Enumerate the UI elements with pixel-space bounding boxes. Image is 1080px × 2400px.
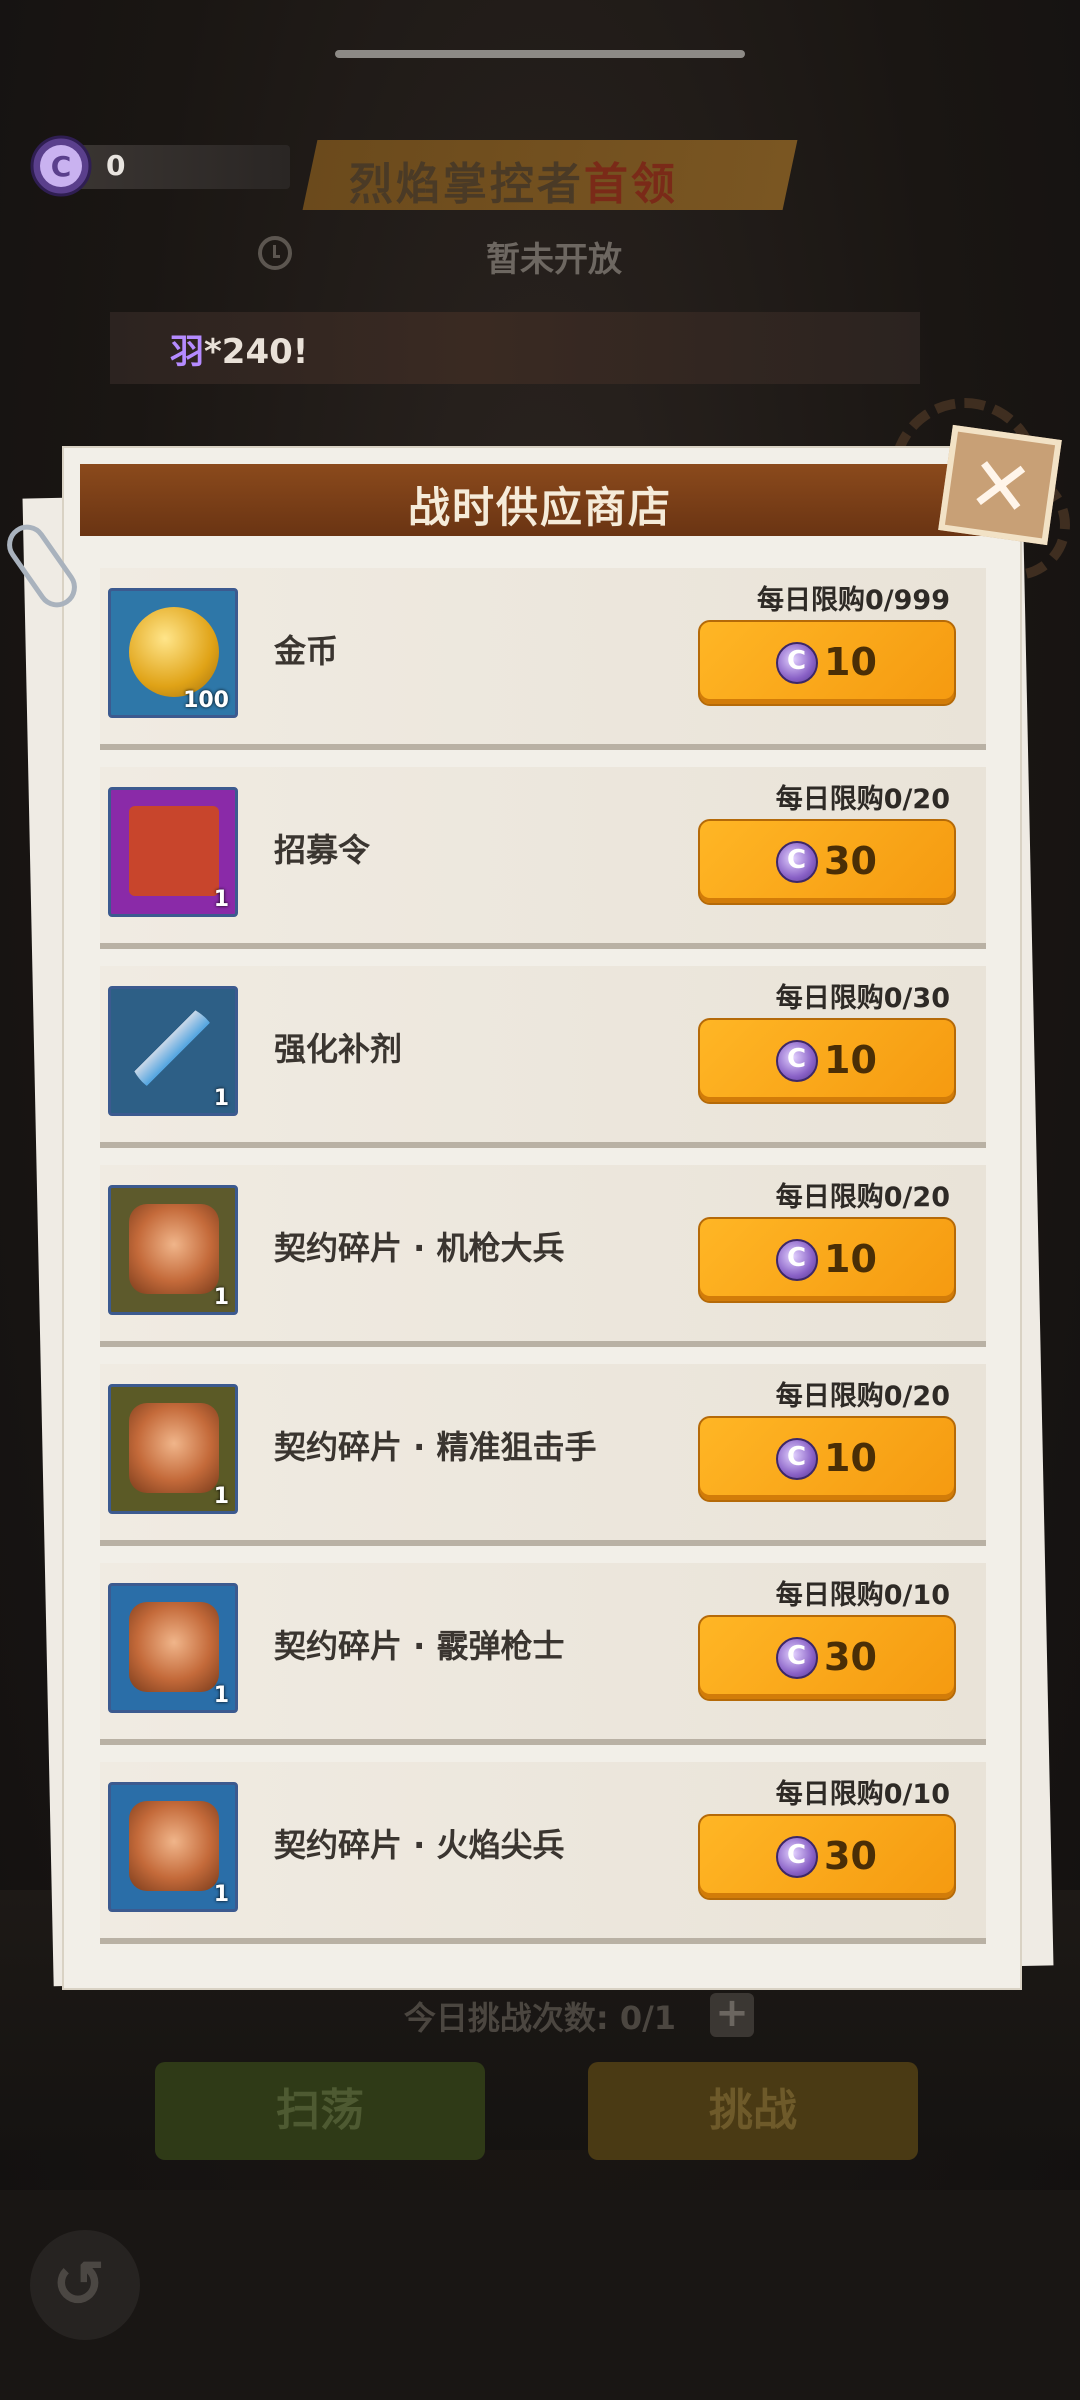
buy-button[interactable]: 30 [698, 1814, 956, 1900]
item-count: 1 [213, 1484, 229, 1509]
item-count: 1 [213, 1285, 229, 1310]
gold-coin-icon: 100 [108, 588, 238, 718]
shop-item: 1 契约碎片 · 机枪大兵 每日限购0/20 10 [100, 1165, 986, 1347]
item-price: 10 [824, 640, 877, 684]
clock-icon [258, 236, 292, 270]
ticket-coin-icon [776, 1637, 818, 1679]
ticket-coin-icon [776, 1239, 818, 1281]
item-price: 10 [824, 1237, 877, 1281]
ticket-coin-icon [776, 1040, 818, 1082]
announcement-marquee: 羽*240! [110, 312, 920, 384]
shop-item: 1 招募令 每日限购0/20 30 [100, 767, 986, 949]
challenge-button[interactable]: 挑战 [588, 2062, 918, 2160]
purchase-limit: 每日限购0/20 [775, 784, 950, 815]
event-status: 暂未开放 [486, 240, 622, 280]
shop-item: 1 契约碎片 · 精准狙击手 每日限购0/20 10 [100, 1364, 986, 1546]
item-art [129, 607, 219, 697]
item-art [129, 1403, 219, 1493]
event-title-accent: 首领 [583, 159, 678, 210]
currency-display: C 0 [30, 135, 290, 197]
purchase-limit: 每日限购0/10 [775, 1779, 950, 1810]
buy-button[interactable]: 30 [698, 819, 956, 905]
currency-amount: 0 [106, 149, 126, 182]
item-price: 30 [824, 1635, 877, 1679]
ticket-coin-icon: C [30, 135, 92, 197]
ticket-coin-icon [776, 1438, 818, 1480]
modal-header: 战时供应商店 [80, 464, 1000, 536]
item-art [129, 1801, 219, 1891]
puzzle-soldier-icon: 1 [108, 1185, 238, 1315]
item-name: 契约碎片 · 精准狙击手 [274, 1428, 597, 1466]
event-title-banner: 烈焰掌控者首领 [302, 140, 798, 210]
ticket-coin-icon [776, 642, 818, 684]
item-count: 100 [183, 688, 229, 713]
buy-button[interactable]: 10 [698, 1018, 956, 1104]
item-count: 1 [213, 1683, 229, 1708]
buy-button[interactable]: 10 [698, 620, 956, 706]
purchase-limit: 每日限购0/20 [775, 1182, 950, 1213]
item-art [129, 1005, 219, 1095]
system-nav-pill [335, 50, 745, 58]
marquee-text: *240! [204, 332, 309, 372]
item-name: 契约碎片 · 火焰尖兵 [274, 1826, 565, 1864]
buy-button[interactable]: 30 [698, 1615, 956, 1701]
item-art [129, 1204, 219, 1294]
back-icon: ↺ [52, 2248, 106, 2322]
buy-button[interactable]: 10 [698, 1416, 956, 1502]
item-art [129, 1602, 219, 1692]
purchase-limit: 每日限购0/10 [775, 1580, 950, 1611]
puzzle-sniper-icon: 1 [108, 1384, 238, 1514]
event-title: 烈焰掌控者 [348, 159, 584, 210]
item-name: 金币 [274, 632, 339, 670]
item-name: 契约碎片 · 霰弹枪士 [274, 1627, 565, 1665]
challenge-count-label: 今日挑战次数: 0/1 [403, 1999, 677, 2037]
puzzle-flamer-icon: 1 [108, 1782, 238, 1912]
purchase-limit: 每日限购0/999 [756, 585, 950, 616]
shop-item: 1 契约碎片 · 火焰尖兵 每日限购0/10 30 [100, 1762, 986, 1944]
item-price: 10 [824, 1436, 877, 1480]
close-button[interactable]: ✕ [938, 424, 1062, 546]
item-count: 1 [213, 1882, 229, 1907]
item-count: 1 [213, 1086, 229, 1111]
item-price: 30 [824, 839, 877, 883]
shop-item: 1 契约碎片 · 霰弹枪士 每日限购0/10 30 [100, 1563, 986, 1745]
close-icon: ✕ [962, 438, 1039, 536]
item-name: 契约碎片 · 机枪大兵 [274, 1229, 565, 1267]
purchase-limit: 每日限购0/20 [775, 1381, 950, 1412]
purchase-limit: 每日限购0/30 [775, 983, 950, 1014]
shop-item-list: 100 金币 每日限购0/999 10 1 招募令 每日限购0/20 30 1 … [100, 568, 986, 1961]
puzzle-shotgunner-icon: 1 [108, 1583, 238, 1713]
shop-item: 1 强化补剂 每日限购0/30 10 [100, 966, 986, 1148]
add-attempts-button[interactable]: + [710, 1993, 754, 2037]
item-name: 强化补剂 [274, 1030, 403, 1068]
shop-item: 100 金币 每日限购0/999 10 [100, 568, 986, 750]
marquee-accent: 羽 [170, 332, 204, 372]
item-art [129, 806, 219, 896]
footer-bar [0, 2190, 1080, 2400]
syringe-icon: 1 [108, 986, 238, 1116]
buy-button[interactable]: 10 [698, 1217, 956, 1303]
ticket-coin-icon [776, 841, 818, 883]
svg-text:C: C [51, 150, 72, 183]
shop-title: 战时供应商店 [407, 483, 672, 532]
item-price: 10 [824, 1038, 877, 1082]
recruit-ticket-icon: 1 [108, 787, 238, 917]
sweep-button[interactable]: 扫荡 [155, 2062, 485, 2160]
back-button[interactable]: ↺ [30, 2230, 140, 2340]
item-count: 1 [213, 887, 229, 912]
item-price: 30 [824, 1834, 877, 1878]
item-name: 招募令 [274, 831, 371, 869]
ticket-coin-icon [776, 1836, 818, 1878]
